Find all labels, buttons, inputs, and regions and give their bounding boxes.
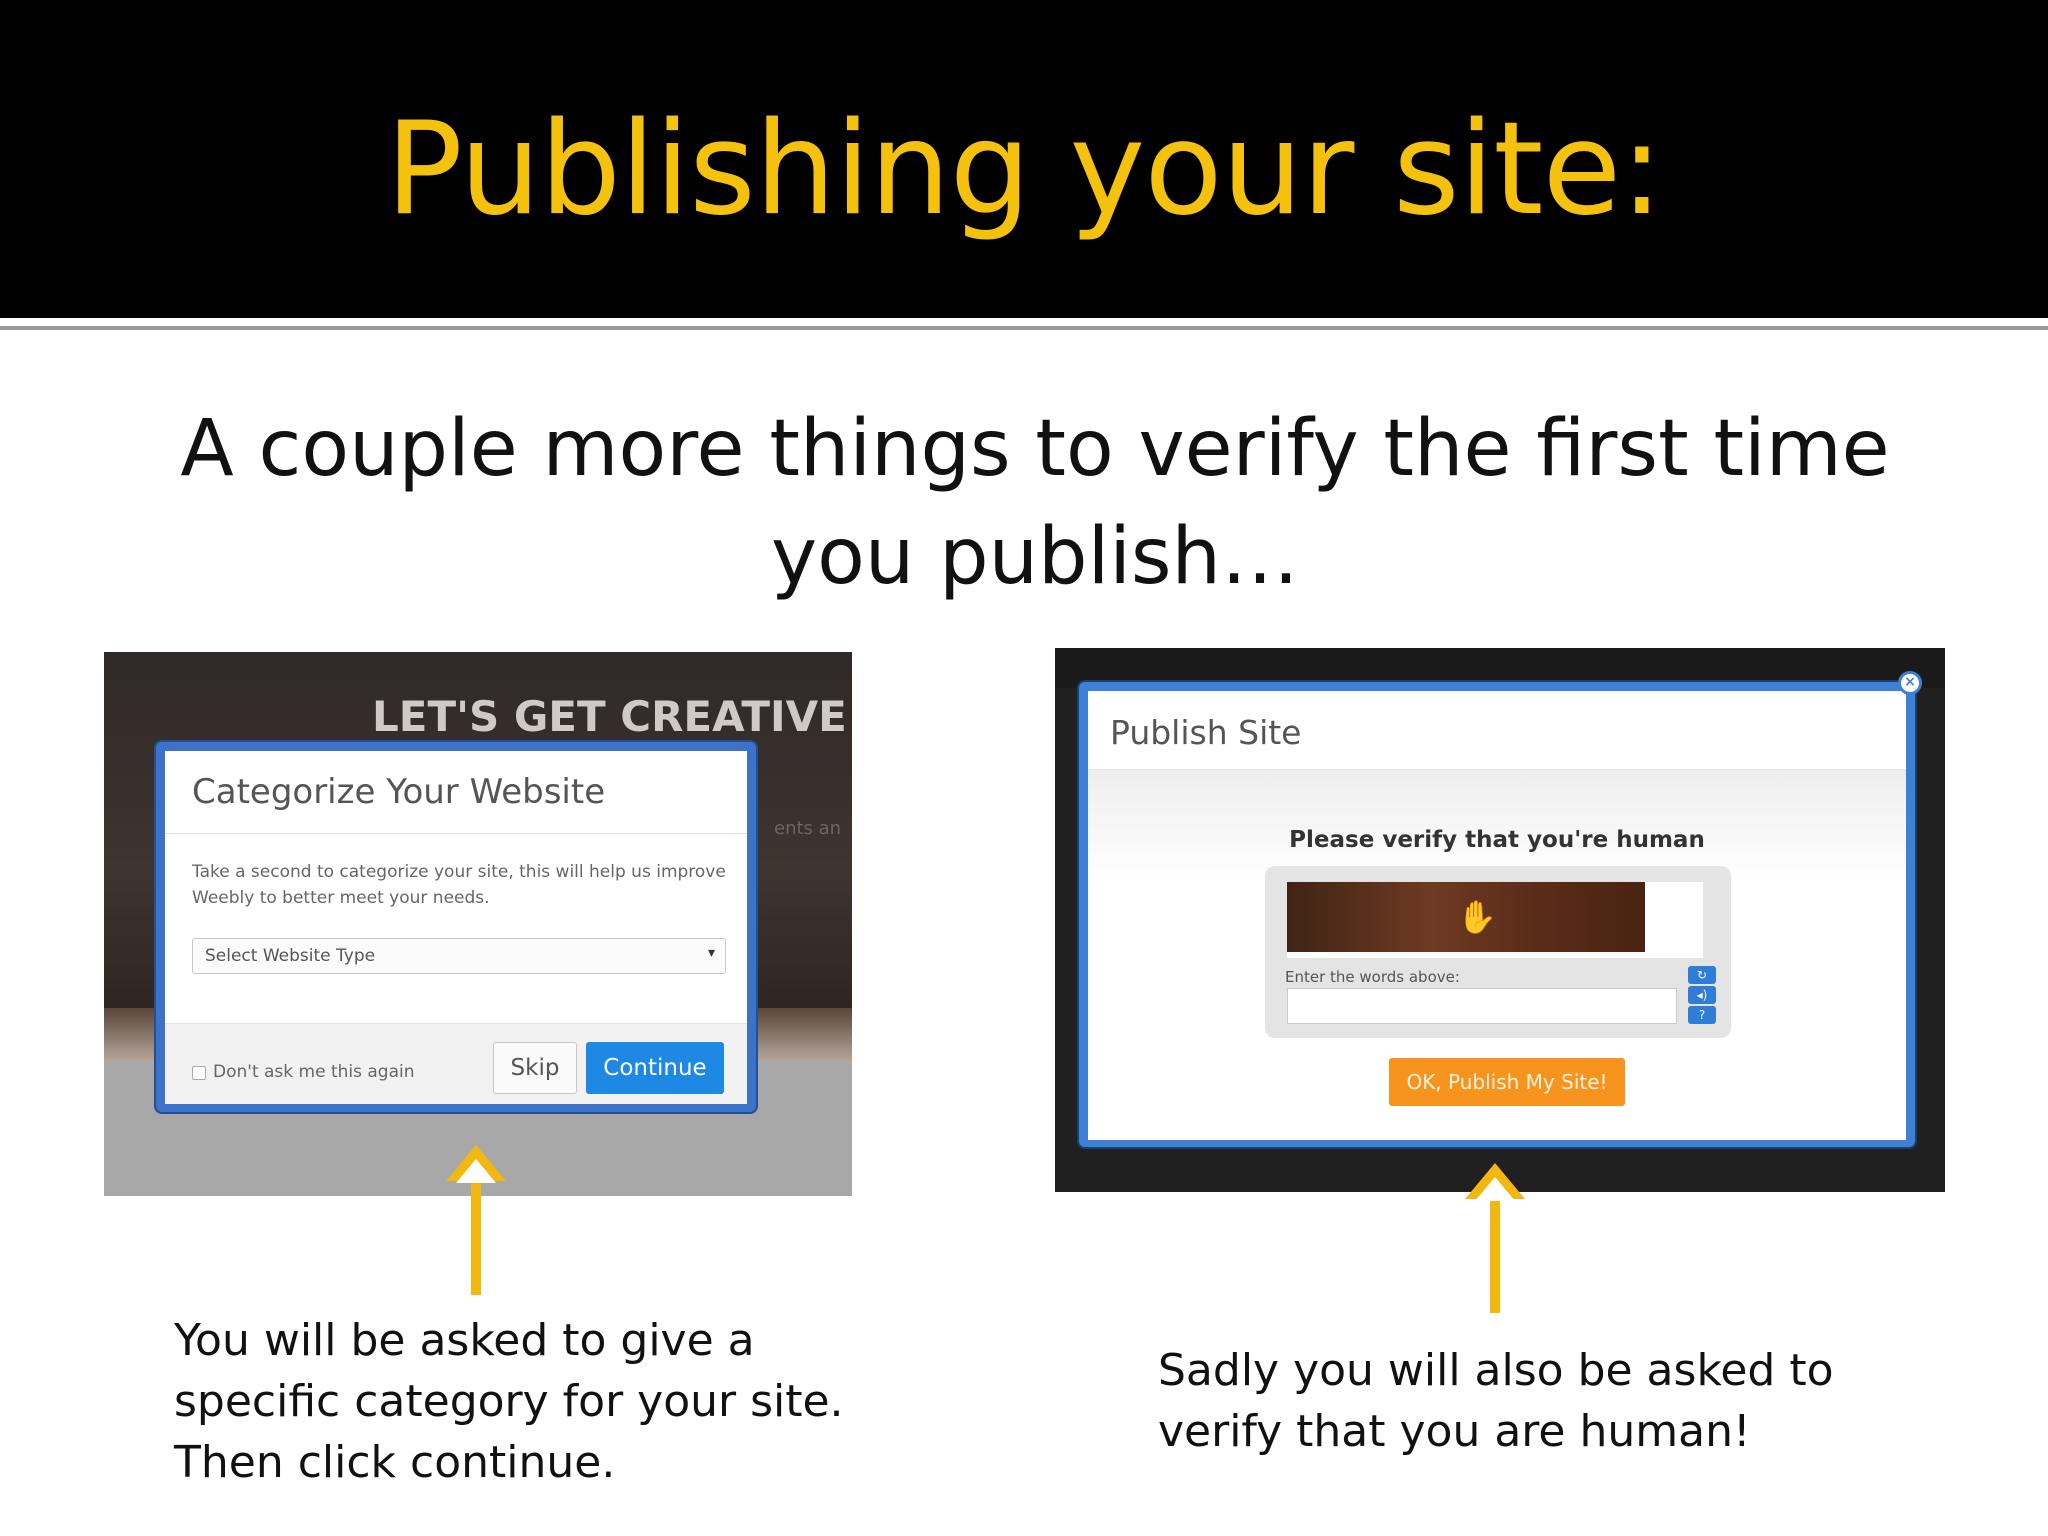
dont-ask-checkbox[interactable] <box>192 1066 206 1080</box>
captcha-image: ✋ <box>1287 882 1645 952</box>
slide-title: Publishing your site: <box>385 95 1664 244</box>
help-icon[interactable]: ? <box>1688 1006 1716 1024</box>
chevron-down-icon: ▾ <box>707 945 715 961</box>
divider-line <box>0 326 2048 330</box>
captcha-image-frame: ✋ <box>1287 882 1703 958</box>
continue-button[interactable]: Continue <box>586 1042 724 1094</box>
dialog-header: Categorize Your Website <box>165 751 747 834</box>
dialog-title: Categorize Your Website <box>192 772 606 812</box>
arrow-head-cutout <box>456 1159 496 1183</box>
categorize-dialog: Categorize Your Website Take a second to… <box>156 742 756 1112</box>
website-type-select[interactable]: Select Website Type ▾ <box>192 938 726 974</box>
dialog-header: Publish Site <box>1088 691 1906 770</box>
captcha-widget: ✋ Enter the words above: ↻ ◂) ? <box>1265 866 1731 1038</box>
arrow-shaft <box>471 1167 481 1295</box>
arrow-shaft <box>1490 1185 1500 1313</box>
audio-icon[interactable]: ◂) <box>1688 986 1716 1004</box>
checkbox-label: Don't ask me this again <box>213 1062 415 1082</box>
captcha-glyph-icon: ✋ <box>1457 898 1497 936</box>
arrow-up-icon <box>1465 1163 1525 1313</box>
left-caption: You will be asked to give a specific cat… <box>174 1315 844 1488</box>
refresh-icon[interactable]: ↻ <box>1688 966 1716 984</box>
publish-dialog: Publish Site Please verify that you're h… <box>1079 682 1915 1147</box>
captcha-input[interactable] <box>1287 988 1677 1024</box>
title-bar: Publishing your site: <box>0 0 2048 318</box>
dialog-title: Publish Site <box>1110 713 1302 752</box>
publish-screenshot: Publish Site Please verify that you're h… <box>1055 648 1945 1192</box>
arrow-head-cutout <box>1475 1177 1515 1201</box>
skip-button[interactable]: Skip <box>493 1042 577 1094</box>
dialog-footer: Don't ask me this again Skip Continue <box>165 1023 747 1104</box>
dialog-description: Take a second to categorize your site, t… <box>192 862 726 908</box>
verify-heading: Please verify that you're human <box>1289 827 1705 853</box>
publish-button[interactable]: OK, Publish My Site! <box>1389 1058 1625 1106</box>
slide-subtitle: A couple more things to verify the first… <box>180 404 1890 602</box>
close-icon[interactable]: × <box>1898 671 1922 695</box>
arrow-up-icon <box>446 1145 506 1295</box>
select-placeholder: Select Website Type <box>205 946 376 966</box>
right-caption: Sadly you will also be asked to verify t… <box>1158 1345 1834 1457</box>
captcha-label: Enter the words above: <box>1285 968 1460 986</box>
background-heading: LET'S GET CREATIVE <box>372 692 847 741</box>
categorize-screenshot: LET'S GET CREATIVE ents an Categorize Yo… <box>104 652 852 1196</box>
background-text: ents an <box>774 818 842 839</box>
